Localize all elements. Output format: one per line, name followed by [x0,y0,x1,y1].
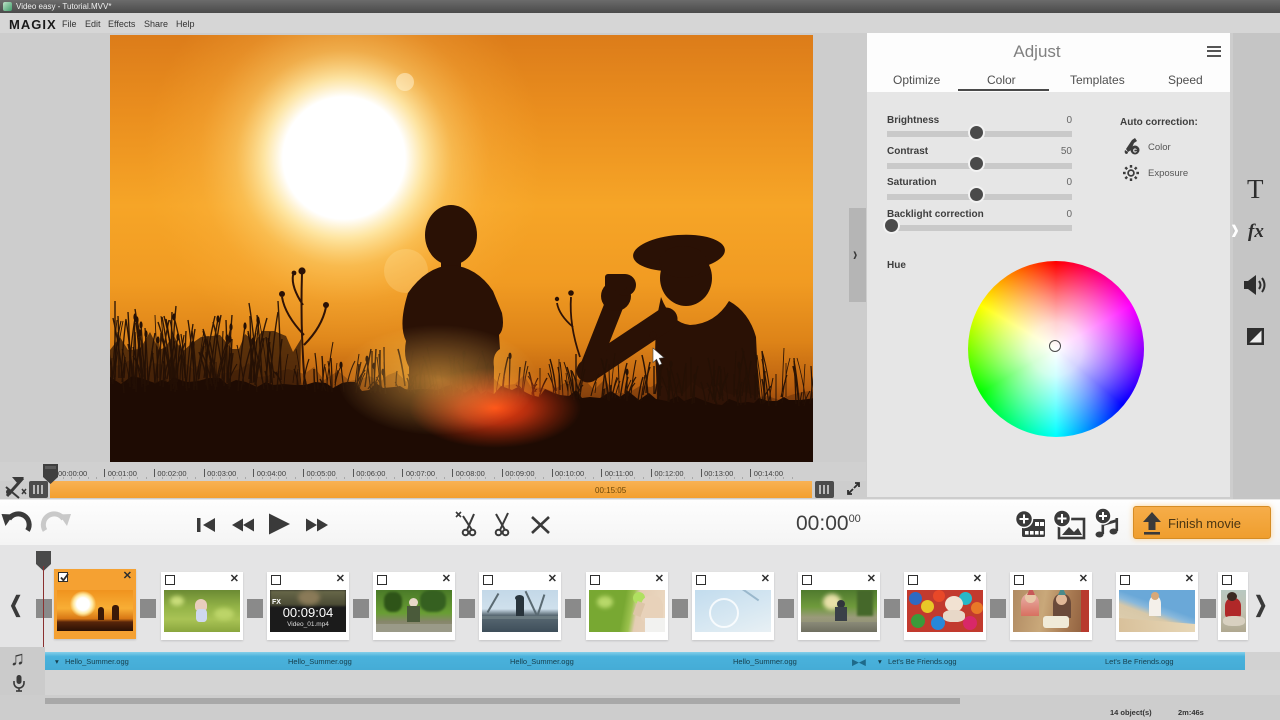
svg-text:c: c [1133,148,1137,155]
